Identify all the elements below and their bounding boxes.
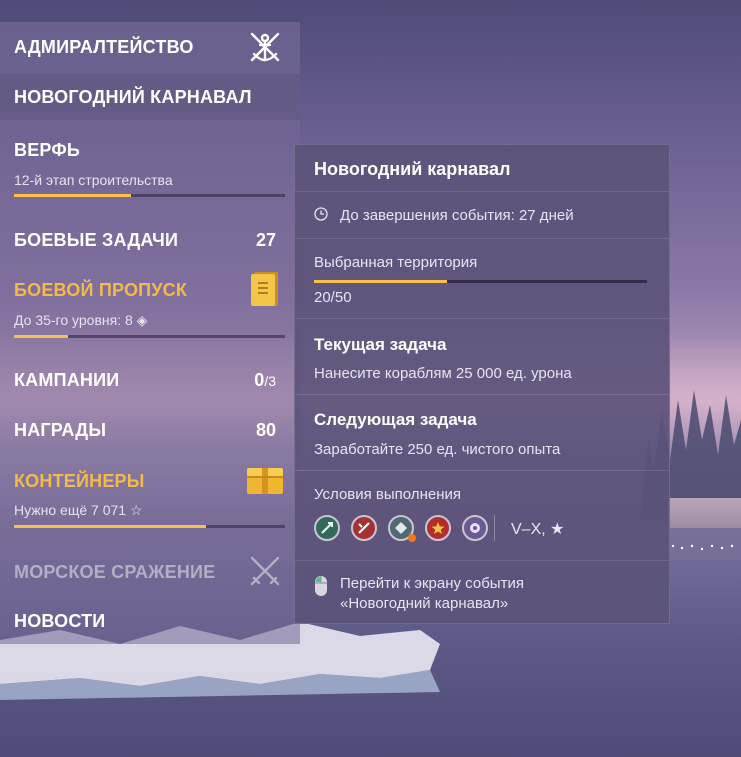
rewards-count: 80 [255,420,276,440]
admiralty-anchor-icon [250,32,280,62]
submarine-class-icon [314,515,340,541]
campaigns-count: 0/3 [254,370,276,390]
sidebar-item-combat-missions[interactable]: БОЕВЫЕ ЗАДАЧИ 27 [0,218,300,264]
sidebar-item-new-year-carnival[interactable]: НОВОГОДНИЙ КАРНАВАЛ [0,74,300,120]
diamond-icon: ◈ [132,312,148,328]
star-icon: ☆ [126,502,143,518]
clock-icon [314,207,328,221]
shore-buildings [668,498,741,528]
current-task-text: Нанесите кораблям 25 000 ед. урона [314,365,572,382]
sidebar-item-label: КОНТЕЙНЕРЫ [14,471,145,491]
battle-pass-booklet-icon [251,272,278,306]
sidebar-item-label: НОВОСТИ [14,611,106,631]
next-task-title: Следующая задача [314,410,477,429]
cruiser-class-icon [388,515,416,542]
shipyard-progress-bar [14,194,285,197]
destroyer-class-icon [351,515,377,541]
shipyard-stage-text: 12-й этап строительства [14,172,173,188]
battle-pass-level-text: До 35-го уровня: 8 ◈ [14,312,148,328]
tooltip-next-task: Следующая задача Заработайте 250 ед. чис… [295,395,669,471]
event-tooltip-panel: Новогодний карнавал До завершения событи… [294,144,670,624]
battleship-class-icon [425,515,451,541]
crossed-swords-icon [250,556,280,586]
event-time-left: До завершения события: 27 дней [340,207,574,224]
tooltip-header: Новогодний карнавал [295,145,669,192]
sidebar-item-label: МОРСКОЕ СРАЖЕНИЕ [14,562,216,582]
next-task-text: Заработайте 250 ед. чистого опыта [314,441,561,458]
battle-pass-progress-bar [14,335,285,338]
aircraft-carrier-class-icon [462,515,488,541]
containers-progress-bar [14,525,285,528]
sidebar-menu: АДМИРАЛТЕЙСТВО НОВОГОДНИЙ КАРНАВАЛ ВЕРФЬ… [0,22,300,644]
current-task-title: Текущая задача [314,335,447,354]
tooltip-time-section: До завершения события: 27 дней [295,192,669,239]
territory-progress-bar [314,280,647,283]
territory-label: Выбранная территория [314,254,478,271]
containers-needed-text: Нужно ещё 7 071 ☆ [14,502,143,518]
sidebar-item-label: НОВОГОДНИЙ КАРНАВАЛ [14,87,252,107]
tier-range: V–X, ★ [511,521,565,538]
sidebar-item-admiralty[interactable]: АДМИРАЛТЕЙСТВО [0,22,300,74]
sidebar-item-battle-pass[interactable]: БОЕВОЙ ПРОПУСК До 35-го уровня: 8 ◈ [0,266,300,342]
sidebar-item-label: АДМИРАЛТЕЙСТВО [14,37,194,57]
tooltip-current-task: Текущая задача Нанесите кораблям 25 000 … [295,319,669,395]
goto-event-line1: Перейти к экрану события [340,575,524,592]
tooltip-territory-section: Выбранная территория 20/50 [295,239,669,319]
sidebar-item-shipyard[interactable]: ВЕРФЬ 12-й этап строительства [0,120,300,208]
sidebar-item-label: ВЕРФЬ [14,140,81,160]
conditions-title: Условия выполнения [314,486,461,503]
sidebar-item-containers[interactable]: КОНТЕЙНЕРЫ Нужно ещё 7 071 ☆ [0,458,300,536]
sidebar-item-naval-battle[interactable]: МОРСКОЕ СРАЖЕНИЕ [0,548,300,594]
goto-event-line2: «Новогодний карнавал» [340,595,509,612]
sidebar-item-news[interactable]: НОВОСТИ [0,598,300,644]
sidebar-item-campaigns[interactable]: КАМПАНИИ 0/3 [0,358,300,404]
sidebar-item-label: БОЕВОЙ ПРОПУСК [14,280,188,300]
sidebar-item-label: НАГРАДЫ [14,420,107,440]
conditions-separator [494,515,495,541]
tooltip-title: Новогодний карнавал [314,159,511,179]
sidebar-item-label: БОЕВЫЕ ЗАДАЧИ [14,230,179,250]
sidebar-item-label: КАМПАНИИ [14,370,120,390]
tooltip-goto-section[interactable]: Перейти к экрану события «Новогодний кар… [295,561,669,623]
mouse-click-icon [315,576,327,596]
combat-missions-count: 27 [255,230,276,250]
territory-value: 20/50 [314,289,352,306]
container-chest-icon [247,468,283,494]
sidebar-item-rewards[interactable]: НАГРАДЫ 80 [0,408,300,454]
tooltip-conditions: Условия выполнения [295,471,669,561]
